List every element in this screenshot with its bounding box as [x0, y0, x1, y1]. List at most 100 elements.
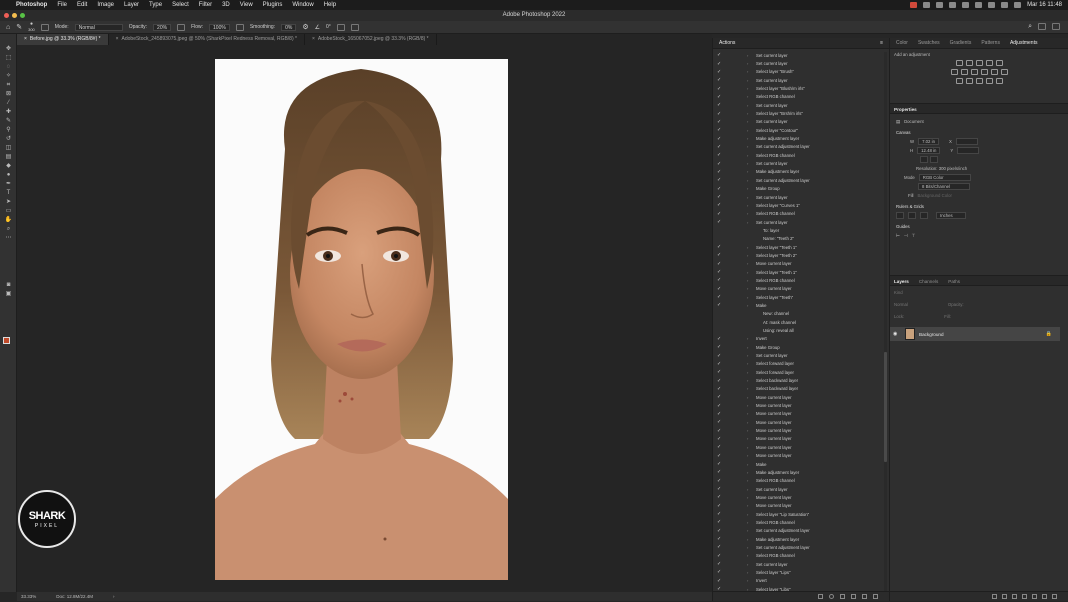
check-icon[interactable]: ✓	[717, 294, 723, 300]
check-icon[interactable]: ✓	[717, 252, 723, 258]
close-tab-icon[interactable]: ×	[116, 36, 119, 42]
quick-select-tool-icon[interactable]: ✧	[4, 73, 13, 80]
menu-filter[interactable]: Filter	[199, 2, 212, 8]
chevron-right-icon[interactable]: ›	[747, 220, 754, 225]
menu-window[interactable]: Window	[292, 2, 313, 8]
actions-scrollbar[interactable]	[884, 52, 887, 592]
landscape-orientation-icon[interactable]	[930, 156, 938, 163]
menu-plugins[interactable]: Plugins	[263, 2, 283, 8]
zoom-window-icon[interactable]	[20, 13, 25, 18]
cloud-icon[interactable]	[949, 2, 957, 8]
guides-title[interactable]: Guides	[896, 223, 1062, 231]
chevron-right-icon[interactable]: ›	[747, 562, 754, 567]
posterize-icon[interactable]	[965, 78, 973, 84]
symmetry-icon[interactable]	[350, 23, 359, 31]
check-icon[interactable]: ✓	[717, 302, 723, 308]
action-row[interactable]: At: mask channel	[713, 318, 883, 326]
check-icon[interactable]: ✓	[717, 69, 723, 75]
action-row[interactable]: Name: "Teeth 2"	[713, 235, 883, 243]
check-icon[interactable]: ✓	[717, 261, 723, 267]
foreground-color-swatch[interactable]	[3, 337, 10, 344]
chevron-right-icon[interactable]: ›	[747, 411, 754, 416]
menu-edit[interactable]: Edit	[77, 2, 87, 8]
action-row[interactable]: ✓ › Set current layer	[713, 485, 883, 493]
action-row[interactable]: ✓ › Select layer "Curves 1"	[713, 201, 883, 209]
chevron-right-icon[interactable]: ›	[747, 178, 754, 183]
chevron-right-icon[interactable]: ›	[747, 211, 754, 216]
chevron-right-icon[interactable]: ›	[747, 570, 754, 575]
menu-select[interactable]: Select	[172, 2, 189, 8]
chevron-right-icon[interactable]: ›	[747, 103, 754, 108]
type-tool-icon[interactable]: T	[4, 190, 13, 197]
check-icon[interactable]: ✓	[717, 169, 723, 175]
check-icon[interactable]: ✓	[717, 111, 723, 117]
shield-icon[interactable]	[936, 2, 944, 8]
chevron-right-icon[interactable]: ›	[747, 470, 754, 475]
wifi-icon[interactable]	[1001, 2, 1009, 8]
action-row[interactable]: ✓ ›Move current layer	[713, 443, 883, 451]
chevron-right-icon[interactable]: ›	[747, 453, 754, 458]
chevron-right-icon[interactable]: ›	[747, 261, 754, 266]
y-field[interactable]	[957, 147, 980, 154]
dodge-tool-icon[interactable]: ●	[4, 172, 13, 179]
status-menu-icon[interactable]: ›	[113, 594, 115, 599]
chevron-right-icon[interactable]: ›	[747, 336, 754, 341]
home-icon[interactable]: ⌂	[6, 24, 10, 31]
fx-icon[interactable]	[1002, 594, 1007, 599]
record-icon[interactable]	[829, 594, 834, 599]
kind-filter[interactable]: Kind	[894, 290, 903, 295]
action-row[interactable]: ✓ › Select layer "Brsh/m irls"	[713, 109, 883, 117]
healing-brush-tool-icon[interactable]: ✚	[4, 109, 13, 116]
chevron-right-icon[interactable]: ›	[747, 545, 754, 550]
action-row[interactable]: ✓ › Select RGB channel	[713, 151, 883, 159]
workspace-icon[interactable]	[1038, 23, 1046, 30]
menu-help[interactable]: Help	[324, 2, 336, 8]
action-row[interactable]: ✓ › Set current layer	[713, 118, 883, 126]
check-icon[interactable]: ✓	[717, 378, 723, 384]
smoothing-field[interactable]: 0%	[281, 23, 297, 31]
tab-stock-245893075[interactable]: × AdobeStock_245893075.jpeg @ 50% (SharkP…	[109, 34, 305, 45]
tab-gradients[interactable]: Gradients	[950, 38, 972, 48]
action-row[interactable]: ✓ › Select layer "Teeth"	[713, 293, 883, 301]
action-row[interactable]: ✓ › Make Group	[713, 343, 883, 351]
menu-type[interactable]: Type	[149, 2, 162, 8]
check-icon[interactable]: ✓	[717, 411, 723, 417]
action-row[interactable]: ✓ › Make	[713, 301, 883, 309]
menu-image[interactable]: Image	[97, 2, 114, 8]
eraser-tool-icon[interactable]: ◫	[4, 145, 13, 152]
check-icon[interactable]: ✓	[717, 536, 723, 542]
action-row[interactable]: ✓ › Set current adjustment layer	[713, 527, 883, 535]
chevron-right-icon[interactable]: ›	[747, 195, 754, 200]
color-mode-select[interactable]: RGB Color	[918, 174, 971, 181]
guide-icon-1[interactable]: ⊢	[896, 233, 900, 239]
check-icon[interactable]: ✓	[717, 453, 723, 459]
crop-tool-icon[interactable]: ⌗	[4, 82, 13, 89]
rectangle-tool-icon[interactable]: ▭	[4, 208, 13, 215]
action-row[interactable]: ✓ › Set current adjustment layer	[713, 176, 883, 184]
lock-label[interactable]: Lock:	[894, 314, 904, 319]
chevron-right-icon[interactable]: ›	[747, 553, 754, 558]
chevron-right-icon[interactable]: ›	[747, 69, 754, 74]
check-icon[interactable]: ✓	[717, 211, 723, 217]
check-icon[interactable]: ✓	[717, 194, 723, 200]
action-row[interactable]: ✓ › Set current layer	[713, 51, 883, 59]
check-icon[interactable]: ✓	[717, 561, 723, 567]
quick-mask-icon[interactable]: ◙	[4, 282, 13, 289]
check-icon[interactable]: ✓	[717, 77, 723, 83]
new-adjustment-icon[interactable]	[1022, 594, 1027, 599]
menu-3d[interactable]: 3D	[222, 2, 230, 8]
action-row[interactable]: ✓ › Select backward layer	[713, 385, 883, 393]
action-row[interactable]: ✓ › Select layer "Contour"	[713, 126, 883, 134]
brush-preset-picker[interactable]: ● 300	[28, 22, 35, 33]
action-row[interactable]: ✓ ›Move current layer	[713, 260, 883, 268]
action-row[interactable]: ✓ ›Move current layer	[713, 418, 883, 426]
layer-background[interactable]: ◉ Background 🔒	[890, 327, 1060, 341]
blur-tool-icon[interactable]: ◆	[4, 163, 13, 170]
close-tab-icon[interactable]: ×	[312, 36, 315, 42]
close-window-icon[interactable]	[4, 13, 9, 18]
tab-patterns[interactable]: Patterns	[981, 38, 1000, 48]
check-icon[interactable]: ✓	[717, 519, 723, 525]
check-icon[interactable]: ✓	[717, 511, 723, 517]
clone-stamp-tool-icon[interactable]: ⚲	[4, 127, 13, 134]
chevron-right-icon[interactable]: ›	[747, 478, 754, 483]
